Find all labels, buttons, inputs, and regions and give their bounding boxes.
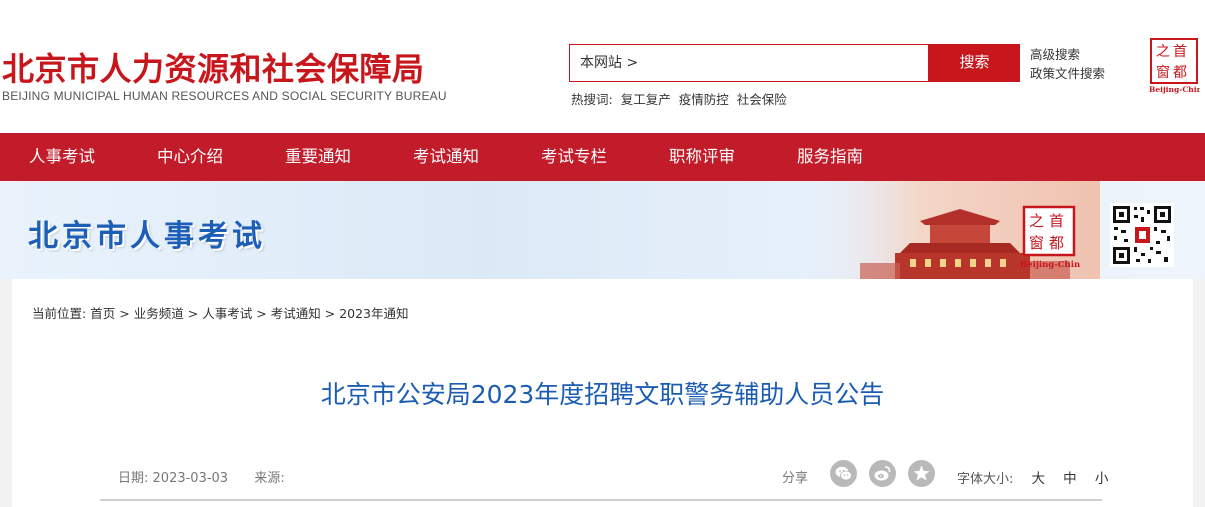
main-nav: 人事考试 中心介绍 重要通知 考试通知 考试专栏 职称评审 服务指南: [0, 133, 1205, 181]
breadcrumb-label: 当前位置:: [32, 306, 87, 321]
breadcrumb-link-exam-notices[interactable]: 考试通知: [271, 306, 321, 321]
advanced-search-links: 高级搜索 政策文件搜索: [1030, 45, 1105, 83]
article-meta: 日期: 2023-03-03 来源:: [118, 467, 285, 486]
font-size-small[interactable]: 小: [1095, 467, 1109, 487]
seal-caption: Beijing-China: [1149, 85, 1200, 94]
qr-code-icon: [1110, 203, 1174, 267]
site-logo-subtitle: BEIJING MUNICIPAL HUMAN RESOURCES AND SO…: [2, 89, 447, 103]
nav-item-center-intro[interactable]: 中心介绍: [157, 133, 223, 181]
date-label: 日期:: [118, 471, 149, 486]
seal-char: 窗: [1156, 64, 1170, 81]
font-size-controls: 字体大小: 大 中 小: [957, 467, 1108, 487]
search-button[interactable]: 搜索: [929, 44, 1020, 82]
meta-divider: [100, 499, 1102, 501]
nav-item-title-review[interactable]: 职称评审: [669, 133, 735, 181]
weibo-icon[interactable]: [869, 460, 896, 487]
nav-item-important-notices[interactable]: 重要通知: [285, 133, 351, 181]
seal-char: 窗: [1029, 234, 1044, 252]
hot-term-link[interactable]: 疫情防控: [679, 92, 729, 107]
seal-char: 首: [1049, 212, 1064, 230]
article-title: 北京市公安局2023年度招聘文职警务辅助人员公告: [320, 380, 885, 409]
seal-char: 之: [1029, 212, 1044, 230]
favorite-star-icon[interactable]: [908, 460, 935, 487]
seal-char: 之: [1156, 44, 1170, 60]
seal-char: 都: [1173, 65, 1187, 81]
seal-char: 首: [1173, 44, 1187, 60]
site-logo-title[interactable]: 北京市人力资源和社会保障局: [2, 44, 425, 90]
banner-seal-logo: 之 首 窗 都 Beijing-China: [1020, 205, 1080, 270]
breadcrumb-link-2023-notices[interactable]: 2023年通知: [339, 306, 408, 321]
font-size-medium[interactable]: 中: [1063, 467, 1077, 487]
font-size-large[interactable]: 大: [1032, 467, 1046, 487]
font-size-label: 字体大小:: [957, 472, 1014, 487]
breadcrumb: 当前位置: 首页 > 业务频道 > 人事考试 > 考试通知 >2023年通知: [32, 306, 409, 321]
hot-term-link[interactable]: 复工复产: [621, 92, 671, 107]
seal-caption: Beijing-China: [1020, 260, 1080, 270]
breadcrumb-link-home[interactable]: 首页: [90, 306, 115, 321]
wechat-icon[interactable]: [830, 460, 857, 487]
seal-char: 都: [1049, 234, 1064, 252]
hot-search-label: 热搜词:: [571, 92, 613, 107]
search-scope-select[interactable]: 本网站 >: [580, 55, 638, 71]
nav-item-exam-column[interactable]: 考试专栏: [541, 133, 607, 181]
article-panel: 当前位置: 首页 > 业务频道 > 人事考试 > 考试通知 >2023年通知 北京市公安局20…: [12, 279, 1193, 507]
nav-item-service-guide[interactable]: 服务指南: [797, 133, 863, 181]
capital-seal-logo: 之 首 窗 都 Beijing-China: [1149, 38, 1200, 94]
nav-item-exam-notices[interactable]: 考试通知: [413, 133, 479, 181]
site-header: 北京市人力资源和社会保障局 BEIJING MUNICIPAL HUMAN RE…: [0, 0, 1205, 133]
hot-term-link[interactable]: 社会保险: [737, 92, 787, 107]
search-input[interactable]: 本网站 >: [569, 44, 929, 82]
policy-search-link[interactable]: 政策文件搜索: [1030, 64, 1105, 83]
banner-title: 北京市人事考试: [28, 219, 266, 254]
source-label: 来源:: [254, 471, 285, 486]
hot-search-bar: 热搜词: 复工复产 疫情防控 社会保险: [571, 89, 791, 108]
share-label: 分享: [782, 471, 809, 486]
nav-item-renshi-kaoshi[interactable]: 人事考试: [29, 133, 95, 181]
breadcrumb-link-personnel-exam[interactable]: 人事考试: [202, 306, 252, 321]
section-banner: 北京市人事考试 之 首 窗 都 Beijing-China: [0, 181, 1205, 279]
advanced-search-link[interactable]: 高级搜索: [1030, 45, 1105, 64]
publish-date: 2023-03-03: [152, 471, 229, 486]
breadcrumb-link-business[interactable]: 业务频道: [134, 306, 184, 321]
